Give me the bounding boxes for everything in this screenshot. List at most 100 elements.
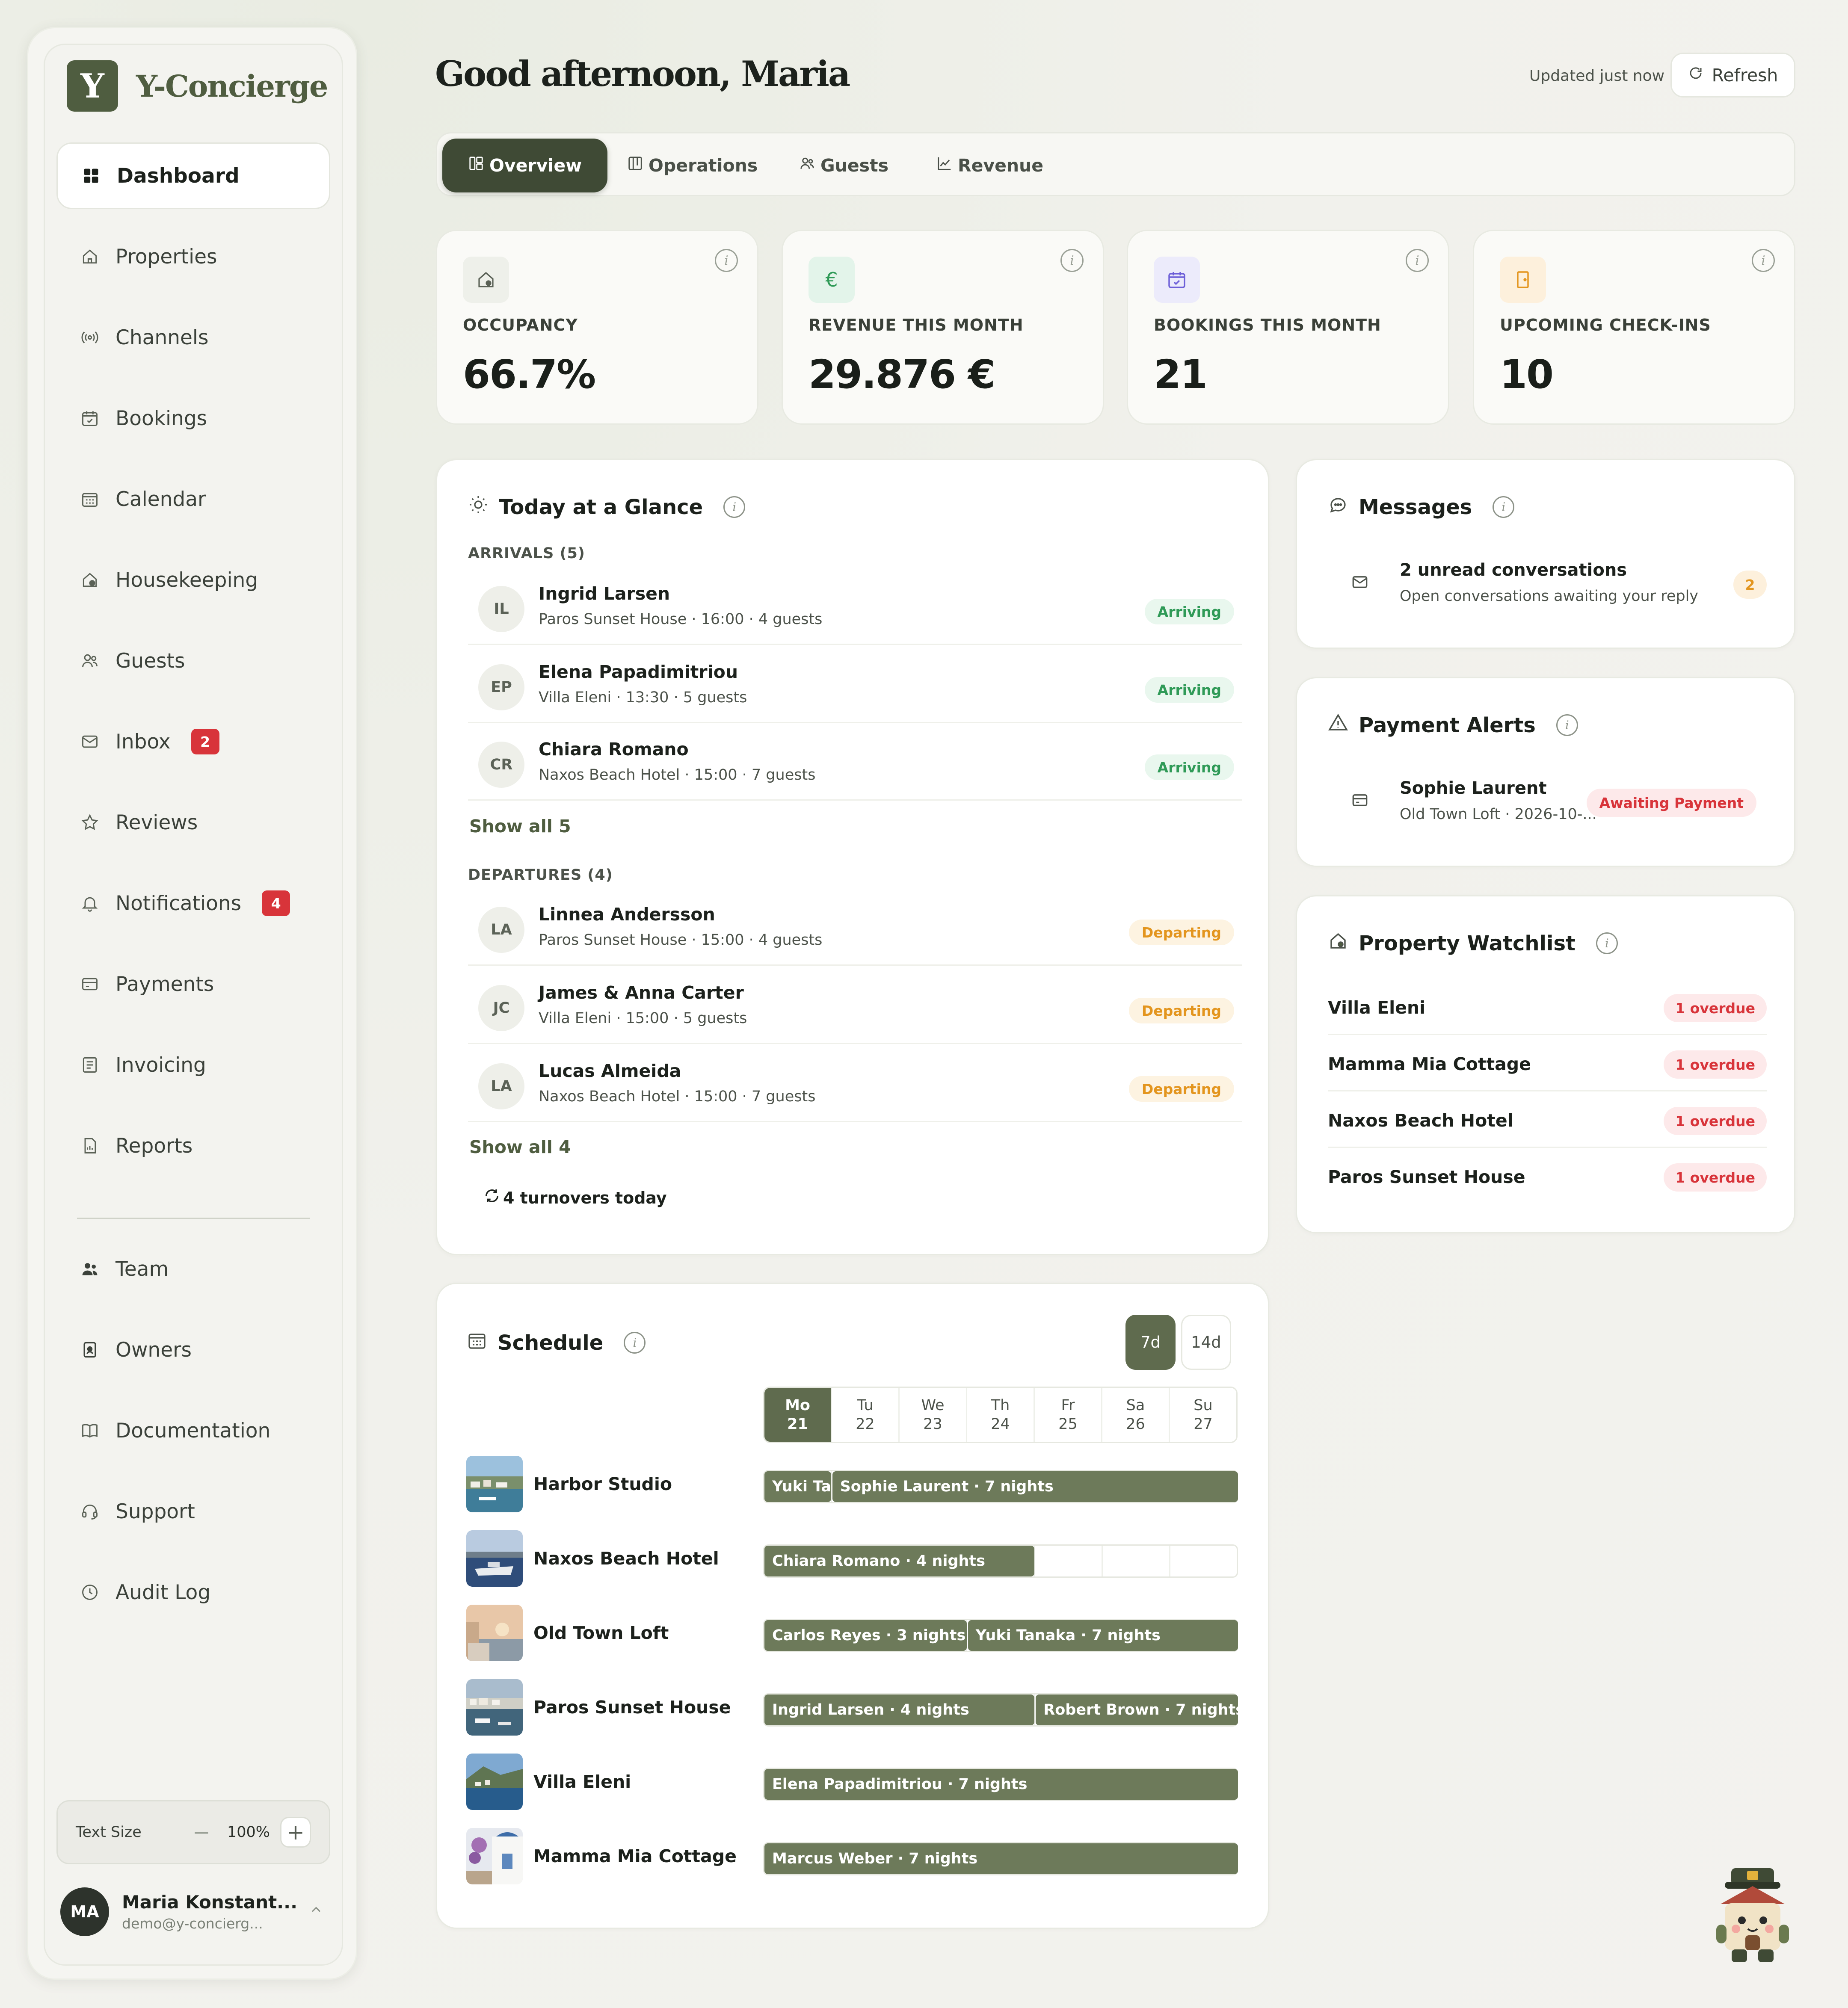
sidebar-item-documentation[interactable]: Documentation xyxy=(56,1397,330,1464)
property-photo[interactable] xyxy=(466,1605,523,1661)
tab-guests[interactable]: Guests xyxy=(799,139,888,192)
day-date: 24 xyxy=(991,1416,1010,1433)
unread-conversations-row[interactable]: 2 unread conversations Open conversation… xyxy=(1328,553,1767,617)
booking-bar[interactable]: Chiara Romano · 4 nights xyxy=(764,1546,1035,1576)
info-icon[interactable]: i xyxy=(715,249,738,272)
messages-title-text: Messages xyxy=(1359,495,1472,519)
sidebar-item-owners[interactable]: Owners xyxy=(56,1316,330,1383)
sidebar-item-invoicing[interactable]: Invoicing xyxy=(56,1032,330,1098)
kpi-label: OCCUPANCY xyxy=(463,316,578,334)
text-size-increase-button[interactable]: + xyxy=(280,1817,311,1848)
property-name: Mamma Mia Cottage xyxy=(1328,1054,1531,1074)
payment-alert-row[interactable]: Sophie Laurent Old Town Loft · 2026-10-.… xyxy=(1328,771,1767,835)
range-14d-button[interactable]: 14d xyxy=(1181,1315,1231,1370)
show-all-departures-link[interactable]: Show all 4 xyxy=(469,1137,571,1157)
grid-icon xyxy=(81,166,101,186)
credit-card-icon xyxy=(80,974,100,994)
sidebar-item-notifications[interactable]: Notifications 4 xyxy=(56,870,330,937)
property-photo[interactable] xyxy=(466,1754,523,1810)
sidebar-item-team[interactable]: Team xyxy=(56,1236,330,1302)
property-photo[interactable] xyxy=(466,1456,523,1512)
concierge-mascot[interactable] xyxy=(1708,1865,1798,1967)
watchlist-row[interactable]: Villa Eleni 1 overdue xyxy=(1328,979,1767,1035)
booking-bar[interactable]: Ingrid Larsen · 4 nights xyxy=(764,1695,1035,1725)
arrival-row[interactable]: CR Chiara Romano Naxos Beach Hotel · 15:… xyxy=(468,724,1242,801)
day-of-week: We xyxy=(921,1397,945,1414)
info-icon[interactable]: i xyxy=(723,496,746,518)
range-7d-button[interactable]: 7d xyxy=(1125,1315,1176,1370)
guest-detail: Paros Sunset House · 15:00 · 4 guests xyxy=(539,932,823,949)
sidebar-item-channels[interactable]: Channels xyxy=(56,304,330,371)
day-column-header: We 23 xyxy=(898,1388,966,1442)
booking-bar[interactable]: Elena Papadimitriou · 7 nights xyxy=(764,1769,1238,1800)
sidebar-item-reports[interactable]: Reports xyxy=(56,1112,330,1179)
property-photo[interactable] xyxy=(466,1679,523,1736)
booking-bar[interactable]: Carlos Reyes · 3 nights xyxy=(764,1620,967,1651)
text-size-decrease-button[interactable]: − xyxy=(186,1817,217,1848)
property-photo[interactable] xyxy=(466,1530,523,1587)
sidebar-item-audit-log[interactable]: Audit Log xyxy=(56,1559,330,1626)
info-icon[interactable]: i xyxy=(1493,496,1515,518)
info-icon[interactable]: i xyxy=(1406,249,1429,272)
tab-operations[interactable]: Operations xyxy=(627,139,758,192)
sidebar-item-guests[interactable]: Guests xyxy=(56,627,330,694)
sun-icon xyxy=(468,494,489,520)
departure-row[interactable]: LA Lucas Almeida Naxos Beach Hotel · 15:… xyxy=(468,1045,1242,1122)
property-photo[interactable] xyxy=(466,1828,523,1884)
sidebar-item-housekeeping[interactable]: Housekeeping xyxy=(56,547,330,613)
info-icon[interactable]: i xyxy=(1060,249,1084,272)
sidebar-item-reviews[interactable]: Reviews xyxy=(56,789,330,856)
show-all-arrivals-link[interactable]: Show all 5 xyxy=(469,816,571,837)
booking-bar[interactable]: Yuki Tanaka · 7 nights xyxy=(764,1471,831,1502)
messages-headline: 2 unread conversations xyxy=(1400,560,1627,580)
guest-avatar: CR xyxy=(478,742,524,788)
house-icon xyxy=(80,246,100,267)
status-badge: Departing xyxy=(1128,1076,1234,1102)
sidebar-item-dashboard[interactable]: Dashboard xyxy=(56,142,330,209)
day-of-week: Su xyxy=(1194,1397,1213,1414)
users-icon xyxy=(80,651,100,671)
mail-icon xyxy=(1351,573,1369,593)
tab-revenue[interactable]: Revenue xyxy=(936,139,1043,192)
user-menu[interactable]: MA Maria Konstant... demo@y-concierg... xyxy=(60,1880,334,1944)
guest-name: James & Anna Carter xyxy=(539,982,744,1003)
sidebar-item-bookings[interactable]: Bookings xyxy=(56,385,330,452)
tab-overview[interactable]: Overview xyxy=(442,139,608,192)
info-icon[interactable]: i xyxy=(624,1332,646,1354)
info-icon[interactable]: i xyxy=(1596,932,1618,954)
messages-subtext: Open conversations awaiting your reply xyxy=(1400,588,1699,605)
guest-name: Linnea Andersson xyxy=(539,904,715,925)
sidebar-item-label: Payments xyxy=(116,972,214,996)
brand[interactable]: Y Y-Concierge xyxy=(67,60,328,112)
sidebar-item-payments[interactable]: Payments xyxy=(56,951,330,1017)
sidebar-item-support[interactable]: Support xyxy=(56,1478,330,1545)
arrival-row[interactable]: EP Elena Papadimitriou Villa Eleni · 13:… xyxy=(468,646,1242,723)
arrival-row[interactable]: IL Ingrid Larsen Paros Sunset House · 16… xyxy=(468,568,1242,645)
refresh-button[interactable]: Refresh xyxy=(1670,53,1795,98)
guest-name: Ingrid Larsen xyxy=(539,583,670,604)
sidebar-item-label: Invoicing xyxy=(116,1053,206,1077)
guest-name: Elena Papadimitriou xyxy=(539,662,738,682)
property-name: Villa Eleni xyxy=(533,1771,631,1792)
booking-bar[interactable]: Yuki Tanaka · 7 nights xyxy=(968,1620,1238,1651)
sidebar-item-inbox[interactable]: Inbox 2 xyxy=(56,708,330,775)
watchlist-row[interactable]: Naxos Beach Hotel 1 overdue xyxy=(1328,1091,1767,1148)
watchlist-row[interactable]: Paros Sunset House 1 overdue xyxy=(1328,1148,1767,1204)
house-icon xyxy=(463,257,509,303)
property-name: Harbor Studio xyxy=(533,1474,672,1494)
booking-bar[interactable]: Sophie Laurent · 7 nights xyxy=(832,1471,1238,1502)
day-column-header: Th 24 xyxy=(966,1388,1034,1442)
info-icon[interactable]: i xyxy=(1556,714,1578,736)
mail-icon xyxy=(80,731,100,752)
booking-bar[interactable]: Robert Brown · 7 nights xyxy=(1036,1695,1238,1725)
booking-bar[interactable]: Marcus Weber · 7 nights xyxy=(764,1843,1238,1874)
property-name: Mamma Mia Cottage xyxy=(533,1846,737,1866)
sidebar-item-label: Notifications xyxy=(116,891,242,915)
sidebar-panel: Y Y-Concierge Dashboard Properties Chann… xyxy=(44,44,343,1966)
departure-row[interactable]: JC James & Anna Carter Villa Eleni · 15:… xyxy=(468,967,1242,1044)
sidebar-item-properties[interactable]: Properties xyxy=(56,223,330,290)
sidebar-item-calendar[interactable]: Calendar xyxy=(56,466,330,532)
watchlist-row[interactable]: Mamma Mia Cottage 1 overdue xyxy=(1328,1035,1767,1091)
info-icon[interactable]: i xyxy=(1752,249,1775,272)
departure-row[interactable]: LA Linnea Andersson Paros Sunset House ·… xyxy=(468,889,1242,966)
